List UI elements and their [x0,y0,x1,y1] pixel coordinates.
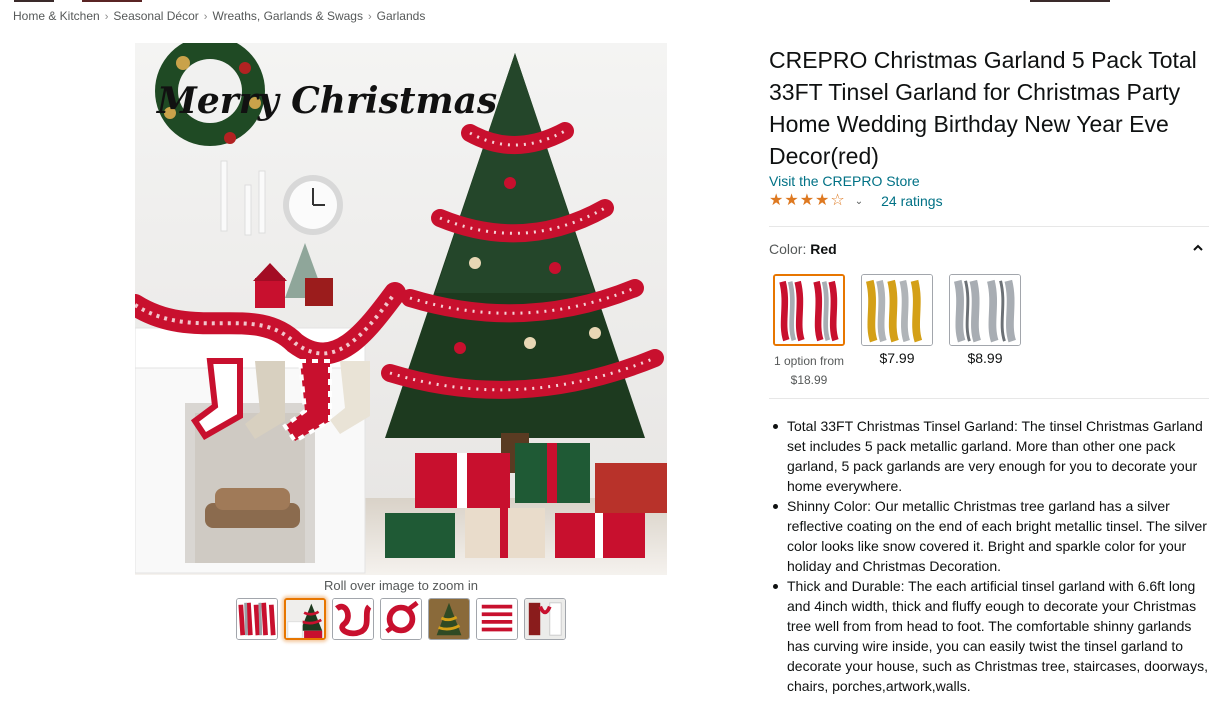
swatch-red-note: 1 option from $18.99 [771,352,847,390]
breadcrumb-separator: › [104,11,109,23]
breadcrumb-link-seasonal-decor[interactable]: Seasonal Décor [113,9,198,23]
thumbnail-strip [236,598,566,642]
product-title: CREPRO Christmas Garland 5 Pack Total 33… [769,47,1197,169]
star-empty-icon: ☆ [830,192,845,209]
merry-christmas-text: Merry Christmas [155,80,497,122]
star-full-icon: ★ [784,192,799,209]
rating-row: ★ ★ ★ ★ ☆ ⌄ 24 ratings [769,192,943,210]
feature-bullet: Total 33FT Christmas Tinsel Garland: The… [773,416,1212,496]
top-strip [0,0,1228,3]
thumbnail-1[interactable] [236,598,278,640]
breadcrumb: Home & Kitchen › Seasonal Décor › Wreaths, G… [13,9,425,23]
star-full-icon: ★ [815,192,830,209]
swatch-red-note-line1: 1 option from [773,354,845,368]
swatch-red[interactable]: 1 option from $18.99 [771,274,847,390]
selected-color-value: Red [810,241,837,257]
color-label-prefix: Color: [769,241,811,257]
star-full-icon: ★ [799,192,815,209]
chevron-up-icon[interactable] [1191,241,1205,255]
swatch-red-note-line2: $18.99 [790,373,828,387]
christmas-scene-illustration: Merry Christmas [135,43,667,575]
thumbnail-4[interactable] [380,598,422,640]
thumbnail-3[interactable] [332,598,374,640]
swatch-gold-price: $7.99 [879,350,915,366]
swatch-silver-image[interactable] [949,274,1021,346]
zoom-hint: Roll over image to zoom in [324,578,478,593]
feature-bullets: Total 33FT Christmas Tinsel Garland: The… [773,416,1212,696]
star-full-icon: ★ [769,192,784,209]
thumbnail-2[interactable] [284,598,326,640]
thumbnail-5[interactable] [428,598,470,640]
chevron-down-icon[interactable]: ⌄ [855,196,863,207]
feature-bullet: Thick and Durable: The each artificial t… [773,576,1212,696]
divider [769,226,1209,227]
swatch-gold-image[interactable] [861,274,933,346]
swatch-gold[interactable]: $7.99 [859,274,935,390]
swatch-silver-price: $8.99 [967,350,1003,366]
main-product-image[interactable]: Merry Christmas [135,43,667,575]
star-rating[interactable]: ★ ★ ★ ★ ☆ [769,193,845,209]
color-swatches: 1 option from $18.99 $7.99 $8.99 [771,274,1023,390]
breadcrumb-separator: › [203,11,208,23]
breadcrumb-link-garlands[interactable]: Garlands [377,9,426,23]
thumbnail-6[interactable] [476,598,518,640]
thumbnail-7[interactable] [524,598,566,640]
swatch-silver[interactable]: $8.99 [947,274,1023,390]
color-label: Color: Red [769,241,837,257]
swatch-red-image[interactable] [773,274,845,346]
feature-bullet: Shinny Color: Our metallic Christmas tre… [773,496,1212,576]
divider [769,398,1209,399]
breadcrumb-link-home-kitchen[interactable]: Home & Kitchen [13,9,100,23]
breadcrumb-link-wreaths[interactable]: Wreaths, Garlands & Swags [212,9,363,23]
ratings-count-link[interactable]: 24 ratings [881,193,942,209]
breadcrumb-separator: › [367,11,372,23]
visit-store-link[interactable]: Visit the CREPRO Store [769,173,920,189]
